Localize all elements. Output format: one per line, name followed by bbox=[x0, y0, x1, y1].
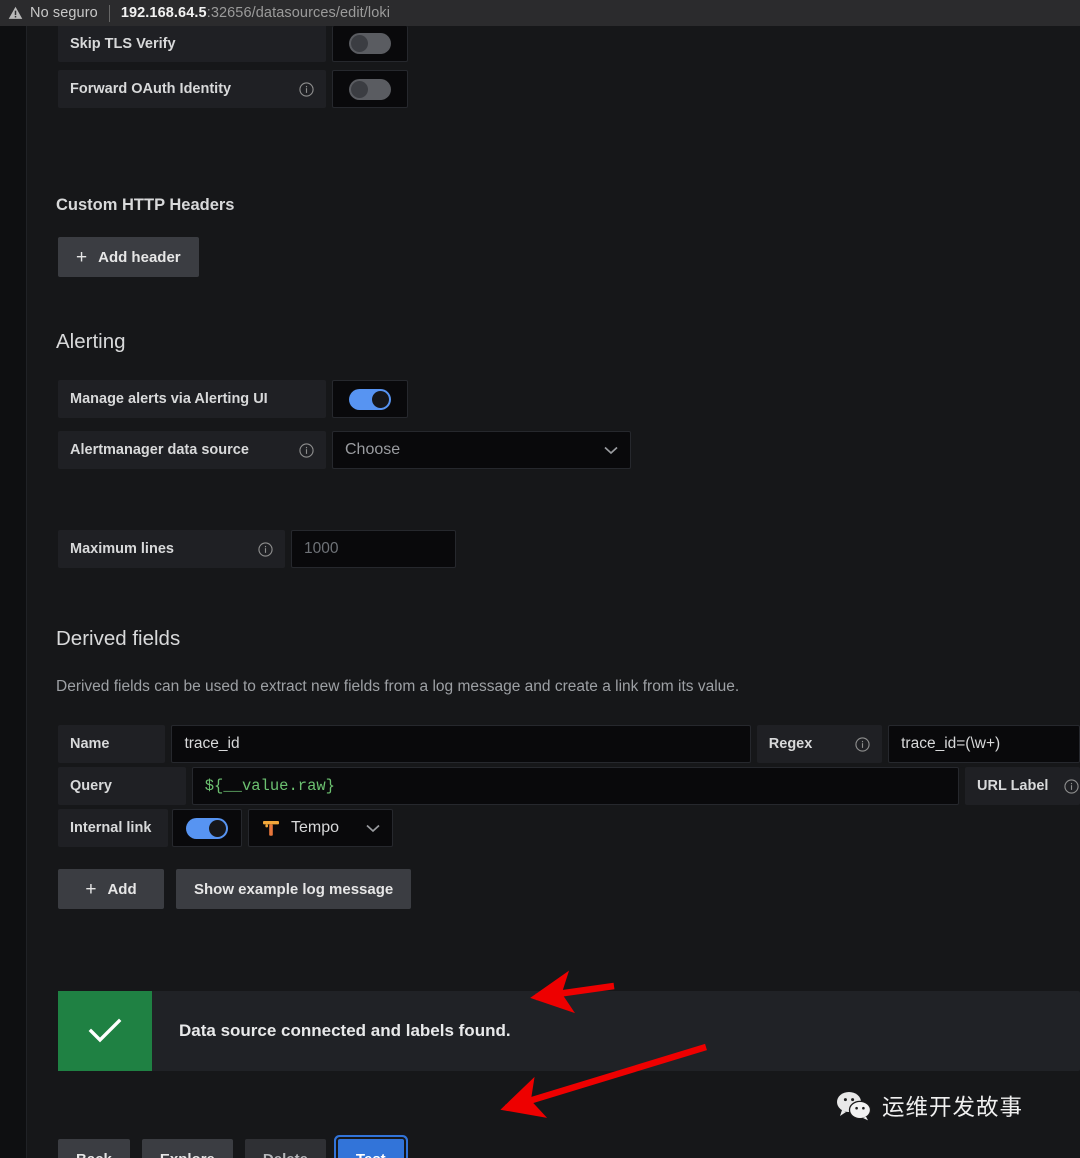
screenshot-root: No seguro 192.168.64.5:32656/datasources… bbox=[0, 0, 1080, 1158]
chevron-down-icon bbox=[366, 824, 380, 832]
skip-tls-verify-label: Skip TLS Verify bbox=[58, 26, 326, 62]
label-text: Alertmanager data source bbox=[70, 442, 249, 458]
info-icon[interactable] bbox=[283, 81, 314, 97]
toggle-switch[interactable] bbox=[186, 817, 228, 839]
internal-link-toggle[interactable] bbox=[172, 809, 242, 847]
derived-field-query-input[interactable]: ${__value.raw} bbox=[191, 767, 959, 805]
info-icon[interactable] bbox=[1048, 778, 1080, 794]
label-text: URL Label bbox=[977, 778, 1049, 794]
status-banner: Data source connected and labels found. bbox=[58, 991, 1080, 1071]
derived-field-query-row: Query ${__value.raw} URL Label bbox=[58, 767, 1080, 805]
url-host: 192.168.64.5 bbox=[120, 5, 207, 21]
test-button[interactable]: Test bbox=[337, 1139, 404, 1158]
label-text: Regex bbox=[768, 736, 813, 752]
toggle-switch[interactable] bbox=[349, 33, 391, 54]
derived-field-url-label-label: URL Label bbox=[965, 767, 1080, 805]
add-header-label: Add header bbox=[98, 248, 181, 266]
chevron-down-icon bbox=[604, 446, 618, 454]
forward-oauth-identity-toggle[interactable] bbox=[332, 70, 408, 108]
derived-field-datasource-select[interactable]: Tempo bbox=[248, 809, 393, 847]
maximum-lines-row: Maximum lines 1000 bbox=[58, 530, 456, 568]
toggle-knob bbox=[372, 390, 389, 408]
back-button[interactable]: Back bbox=[58, 1139, 130, 1158]
check-icon bbox=[88, 1018, 122, 1043]
derived-field-regex-label: Regex bbox=[756, 725, 883, 763]
derived-field-name-row: Name trace_id Regex trace_id=(\w+) bbox=[58, 725, 1080, 763]
forward-oauth-identity-row: Forward OAuth Identity bbox=[58, 70, 408, 108]
derived-field-query-label: Query bbox=[58, 767, 186, 805]
derived-fields-help-text: Derived fields can be used to extract ne… bbox=[56, 678, 740, 695]
status-message: Data source connected and labels found. bbox=[179, 1021, 511, 1040]
datasource-settings-page: Skip TLS Verify Forward OAuth Identity C… bbox=[27, 26, 1080, 1158]
toggle-knob bbox=[351, 80, 368, 98]
derived-fields-title: Derived fields bbox=[56, 627, 181, 650]
browser-url-bar[interactable]: No seguro 192.168.64.5:32656/datasources… bbox=[0, 0, 1080, 26]
datasource-name: Tempo bbox=[291, 819, 340, 836]
alerting-section-title: Alerting bbox=[56, 330, 126, 353]
manage-alerts-toggle[interactable] bbox=[332, 380, 408, 418]
info-icon[interactable] bbox=[242, 541, 273, 557]
wechat-icon bbox=[837, 1092, 872, 1121]
maximum-lines-input[interactable]: 1000 bbox=[291, 530, 456, 568]
info-icon[interactable] bbox=[283, 442, 314, 458]
watermark: 运维开发故事 bbox=[836, 1090, 1023, 1122]
status-icon-box bbox=[58, 991, 152, 1071]
warning-triangle-icon bbox=[8, 6, 23, 20]
derived-field-name-label: Name bbox=[58, 725, 166, 763]
label-text: Forward OAuth Identity bbox=[70, 81, 232, 97]
toggle-switch[interactable] bbox=[349, 388, 391, 410]
skip-tls-verify-row: Skip TLS Verify bbox=[58, 26, 408, 62]
add-derived-field-button[interactable]: + Add bbox=[58, 869, 164, 909]
url-text[interactable]: 192.168.64.5:32656/datasources/edit/loki bbox=[121, 5, 390, 21]
manage-alerts-label: Manage alerts via Alerting UI bbox=[58, 380, 326, 418]
left-nav-rail[interactable] bbox=[0, 26, 27, 1158]
toggle-switch[interactable] bbox=[349, 78, 391, 100]
footer-action-bar: Back Explore Delete Test bbox=[58, 1139, 404, 1158]
plus-icon: + bbox=[76, 246, 88, 268]
derived-field-name-input[interactable]: trace_id bbox=[171, 725, 751, 763]
derived-field-internal-link-row: Internal link Tempo bbox=[58, 809, 1080, 847]
skip-tls-verify-toggle[interactable] bbox=[332, 26, 408, 62]
derived-field-editor: Name trace_id Regex trace_id=(\w+) Query… bbox=[58, 725, 1080, 851]
tempo-icon bbox=[263, 820, 279, 836]
alertmanager-datasource-label: Alertmanager data source bbox=[58, 431, 326, 469]
add-label: Add bbox=[107, 880, 137, 898]
alertmanager-placeholder: Choose bbox=[345, 441, 401, 458]
watermark-text: 运维开发故事 bbox=[882, 1095, 1024, 1121]
derived-field-regex-input[interactable]: trace_id=(\w+) bbox=[888, 725, 1080, 763]
toggle-knob bbox=[351, 35, 368, 52]
manage-alerts-row: Manage alerts via Alerting UI bbox=[58, 380, 408, 418]
forward-oauth-identity-label: Forward OAuth Identity bbox=[58, 70, 326, 108]
toggle-knob bbox=[209, 819, 226, 837]
explore-button[interactable]: Explore bbox=[141, 1139, 233, 1158]
security-status-label: No seguro bbox=[30, 5, 98, 21]
alertmanager-datasource-select[interactable]: Choose bbox=[332, 431, 631, 469]
url-divider bbox=[108, 4, 110, 22]
add-header-button[interactable]: + Add header bbox=[58, 237, 199, 277]
show-example-log-message-button[interactable]: Show example log message bbox=[176, 869, 412, 909]
plus-icon: + bbox=[85, 878, 97, 900]
label-text: Maximum lines bbox=[70, 541, 174, 557]
url-path: :32656/datasources/edit/loki bbox=[206, 5, 391, 21]
maximum-lines-label: Maximum lines bbox=[58, 530, 285, 568]
delete-button[interactable]: Delete bbox=[244, 1139, 326, 1158]
internal-link-label: Internal link bbox=[58, 809, 168, 847]
alertmanager-datasource-row: Alertmanager data source Choose bbox=[58, 431, 631, 469]
info-icon[interactable] bbox=[839, 736, 870, 752]
derived-field-actions: + Add Show example log message bbox=[58, 869, 412, 909]
custom-http-headers-title: Custom HTTP Headers bbox=[56, 196, 235, 214]
